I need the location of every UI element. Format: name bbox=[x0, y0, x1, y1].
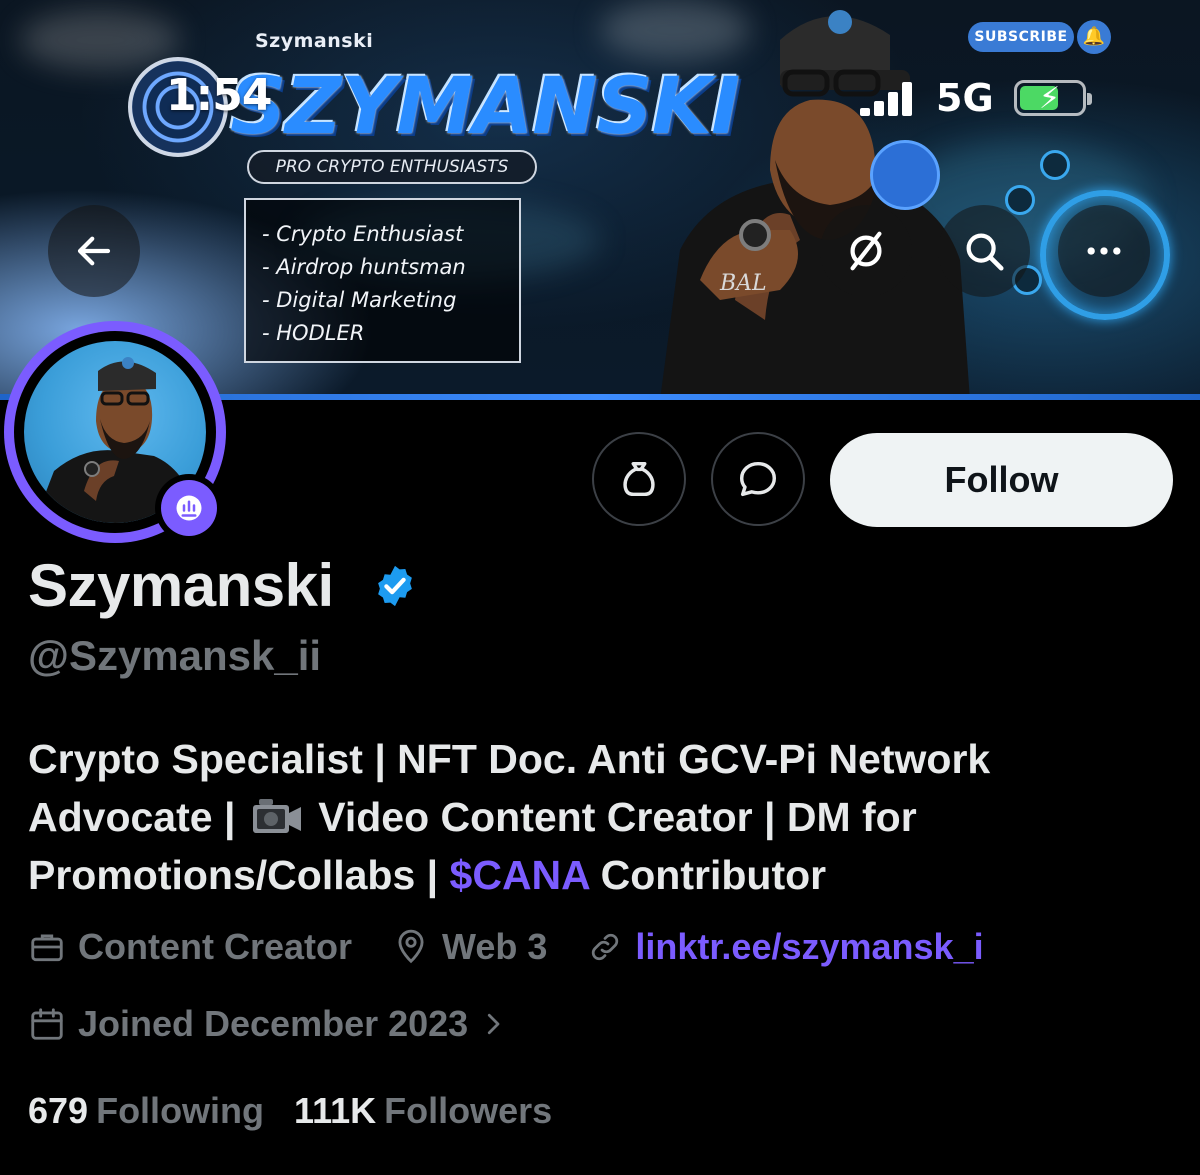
back-button[interactable] bbox=[48, 205, 140, 297]
search-button[interactable] bbox=[938, 205, 1030, 297]
signal-icon bbox=[860, 80, 920, 116]
arrow-left-icon bbox=[77, 236, 111, 266]
status-time: 1:54 bbox=[166, 70, 272, 121]
banner-skill: - Digital Marketing bbox=[262, 288, 457, 312]
follow-button[interactable]: Follow bbox=[830, 433, 1173, 527]
verified-badge-icon[interactable] bbox=[372, 563, 418, 609]
following-stat[interactable]: 679 Following bbox=[28, 1090, 264, 1132]
banner-tech-node bbox=[1040, 150, 1070, 180]
spaces-badge[interactable] bbox=[155, 474, 223, 542]
chevron-right-icon bbox=[488, 1013, 500, 1035]
bell-icon: 🔔 bbox=[1077, 20, 1111, 54]
profile-website[interactable]: linktr.ee/szymansk_i bbox=[587, 926, 984, 968]
network-type: 5G bbox=[936, 76, 994, 120]
profile-joined[interactable]: Joined December 2023 bbox=[28, 1003, 508, 1045]
banner-brand-small: Szymanski bbox=[255, 30, 374, 52]
banner-ton-logo bbox=[870, 140, 940, 210]
category-label: Content Creator bbox=[78, 926, 353, 967]
banner-skill: - Crypto Enthusiast bbox=[262, 222, 464, 246]
banner-subscribe-label: SUBSCRIBE bbox=[968, 22, 1074, 52]
following-label: Following bbox=[96, 1090, 265, 1131]
tip-button[interactable] bbox=[592, 432, 686, 526]
money-bag-icon bbox=[623, 461, 655, 497]
banner-skill: - Airdrop huntsman bbox=[262, 255, 466, 279]
following-count: 679 bbox=[28, 1090, 89, 1131]
location-label: Web 3 bbox=[442, 926, 548, 967]
followers-count: 111K bbox=[294, 1090, 377, 1131]
website-link[interactable]: linktr.ee/szymansk_i bbox=[635, 926, 983, 968]
followers-label: Followers bbox=[384, 1090, 553, 1131]
banner-skills-box: - Crypto Enthusiast - Airdrop huntsman -… bbox=[244, 198, 521, 363]
slash-circle-icon bbox=[850, 231, 882, 271]
bio-cashtag-link[interactable]: $CANA bbox=[450, 852, 590, 898]
video-camera-icon bbox=[252, 799, 301, 833]
shirt-text: BAL bbox=[719, 271, 767, 296]
message-button[interactable] bbox=[711, 432, 805, 526]
followers-stat[interactable]: 111K Followers bbox=[294, 1090, 552, 1132]
more-button[interactable] bbox=[1058, 205, 1150, 297]
profile-category: Content Creator bbox=[28, 926, 352, 968]
spaces-icon bbox=[176, 495, 202, 521]
location-pin-icon bbox=[398, 929, 424, 964]
calendar-icon bbox=[31, 1008, 63, 1040]
battery-icon: ⚡ bbox=[1014, 80, 1092, 116]
profile-meta-row: Content Creator Web 3 linktr.ee/szymansk… bbox=[28, 926, 1024, 968]
search-icon bbox=[966, 233, 1004, 271]
profile-stats: 679 Following 111K Followers bbox=[28, 1090, 582, 1132]
display-name: Szymanski bbox=[28, 552, 334, 619]
banner-tagline: PRO CRYPTO ENTHUSIASTS bbox=[247, 150, 537, 184]
profile-joined-row[interactable]: Joined December 2023 bbox=[28, 1003, 548, 1045]
message-icon bbox=[739, 461, 777, 497]
user-handle: @Szymansk_ii bbox=[28, 632, 322, 679]
bio-text: Contributor bbox=[600, 852, 827, 898]
banner-tech-node bbox=[1005, 185, 1035, 215]
grok-button[interactable] bbox=[820, 205, 912, 297]
profile-bio: Crypto Specialist | NFT Doc. Anti GCV-Pi… bbox=[28, 730, 1178, 904]
profile-location: Web 3 bbox=[392, 926, 547, 968]
more-icon bbox=[1087, 247, 1121, 255]
profile-banner: Szymanski SZYMANSKI PRO CRYPTO ENTHUSIAS… bbox=[0, 0, 1200, 400]
joined-label: Joined December 2023 bbox=[78, 1003, 469, 1044]
briefcase-icon bbox=[31, 934, 63, 962]
link-icon bbox=[592, 933, 619, 961]
banner-skill: - HODLER bbox=[262, 321, 365, 345]
